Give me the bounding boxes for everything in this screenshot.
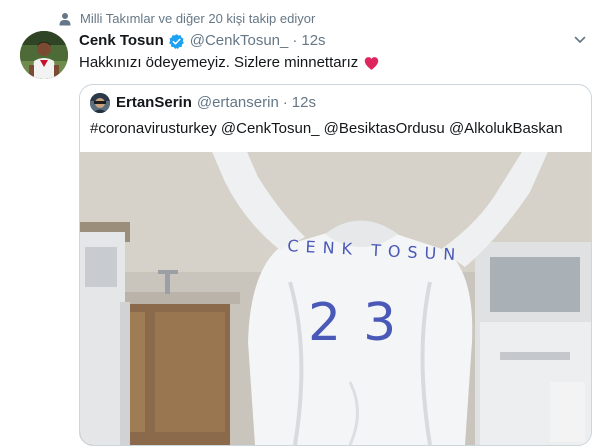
- red-heart-icon: [365, 56, 379, 70]
- tweet-text: Hakkınızı ödeyemeyiz. Sizlere minnettarı…: [79, 53, 380, 73]
- social-context: Milli Takımlar ve diğer 20 kişi takip ed…: [58, 11, 315, 26]
- verified-badge-icon: [168, 33, 184, 49]
- quoted-tweet-header: ErtanSerin @ertanserin · 12s: [90, 93, 316, 113]
- quoted-display-name[interactable]: ErtanSerin: [116, 94, 192, 112]
- display-name[interactable]: Cenk Tosun: [79, 32, 164, 50]
- suit-handwritten-number: 23: [308, 293, 418, 353]
- quoted-handle[interactable]: @ertanserin: [197, 94, 279, 112]
- avatar[interactable]: [20, 31, 68, 79]
- quoted-avatar[interactable]: [90, 93, 110, 113]
- quoted-timestamp[interactable]: 12s: [292, 94, 316, 112]
- separator-dot: ·: [292, 32, 298, 49]
- person-icon: [59, 12, 71, 25]
- quoted-tweet-text: #coronavirusturkey @CenkTosun_ @Besiktas…: [90, 120, 563, 137]
- chevron-down-icon[interactable]: [574, 34, 586, 46]
- tweet-text-content: Hakkınızı ödeyemeyiz. Sizlere minnettarı…: [79, 54, 359, 71]
- handle[interactable]: @CenkTosun_: [190, 32, 289, 50]
- social-context-text: Milli Takımlar ve diğer 20 kişi takip ed…: [80, 11, 316, 26]
- timestamp[interactable]: 12s: [301, 32, 325, 50]
- tweet-header: Cenk Tosun @CenkTosun_ · 12s: [79, 32, 326, 50]
- quoted-separator-dot: ·: [282, 94, 288, 111]
- quoted-tweet-card[interactable]: ErtanSerin @ertanserin · 12s #coronaviru…: [79, 84, 592, 446]
- quoted-tweet-photo[interactable]: CENK TOSUN 23: [80, 152, 591, 445]
